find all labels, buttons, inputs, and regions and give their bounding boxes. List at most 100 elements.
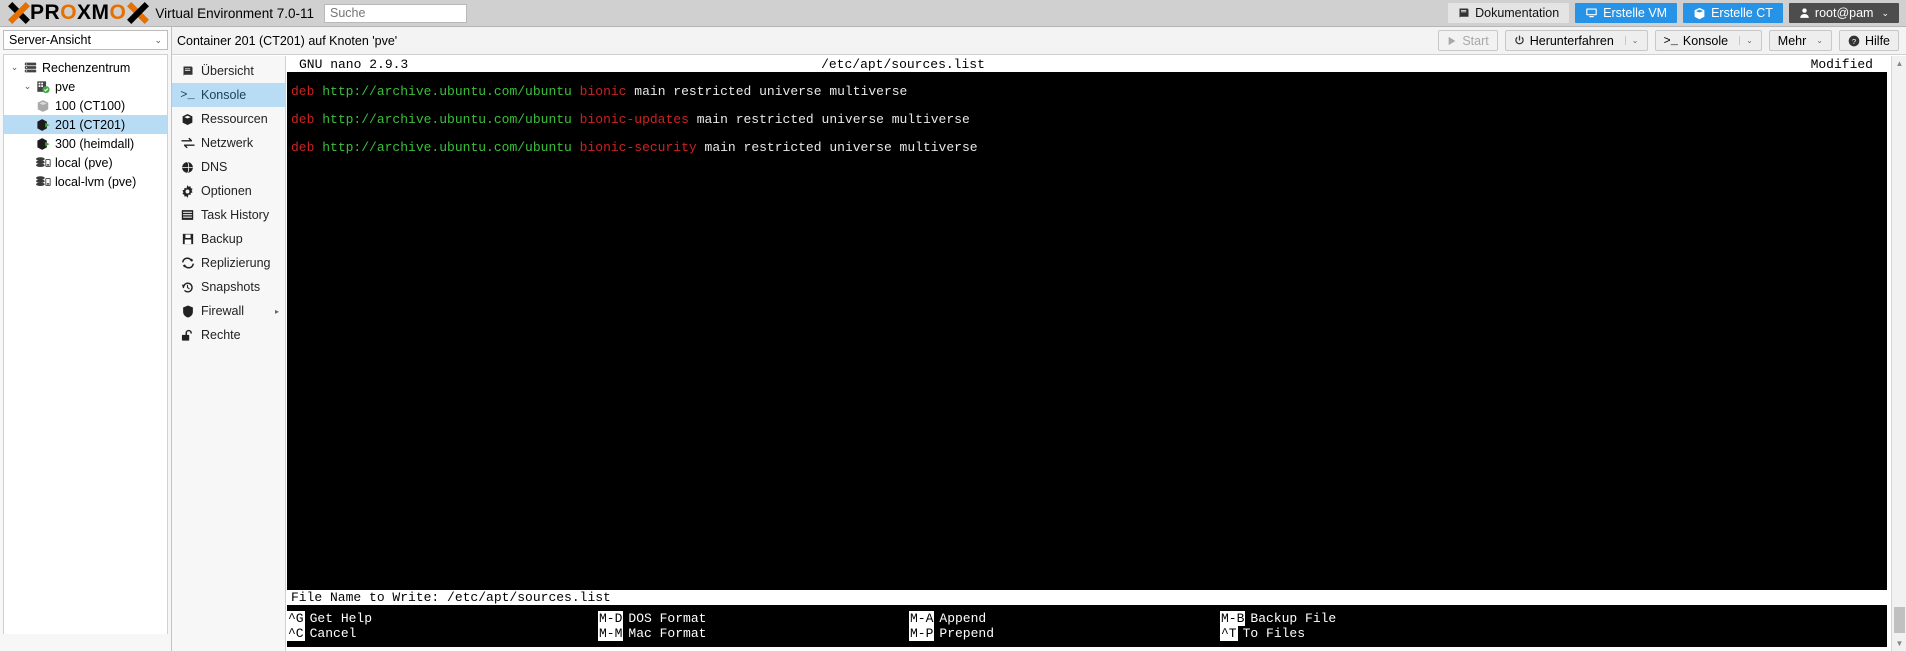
create-vm-button[interactable]: Erstelle VM	[1575, 3, 1678, 23]
page-scrollbar[interactable]: ▲ ▼	[1891, 56, 1906, 651]
lock-icon	[179, 329, 196, 342]
save-icon	[179, 233, 196, 245]
shortcut-key: M-D	[598, 611, 624, 626]
user-menu-label: root@pam	[1814, 6, 1874, 20]
storage-icon	[34, 175, 52, 189]
content-area: Container 201 (CT201) auf Knoten 'pve' S…	[172, 27, 1906, 651]
expand-arrow-icon[interactable]: ⌄	[21, 81, 34, 92]
container-icon	[179, 113, 196, 126]
console-button[interactable]: >_ Konsole ⌄	[1654, 30, 1762, 51]
chevron-down-icon[interactable]: ⌄	[1624, 36, 1639, 45]
tree-item-local[interactable]: local (pve)	[4, 153, 167, 172]
user-menu-button[interactable]: root@pam ⌄	[1788, 3, 1899, 23]
sources-line: deb http://archive.ubuntu.com/ubuntu bio…	[291, 85, 1887, 99]
suite-name: bionic-updates	[579, 112, 689, 127]
nano-terminal[interactable]: GNU nano 2.9.3 /etc/apt/sources.list Mod…	[287, 57, 1887, 647]
nav-item-snapshots[interactable]: Snapshots	[172, 275, 285, 299]
chevron-down-icon[interactable]: ⌄	[1739, 36, 1753, 45]
play-icon	[1447, 36, 1457, 46]
shortcut-prepend[interactable]: M-P Prepend	[909, 626, 1220, 641]
tree-item-label: 100 (CT100)	[55, 98, 126, 113]
expand-arrow-icon[interactable]: ⌄	[8, 62, 21, 73]
nav-item-ressourcen[interactable]: Ressourcen	[172, 107, 285, 131]
logo-x-left-icon	[8, 3, 29, 23]
replicate-icon	[179, 257, 196, 269]
shortcut-backup-file[interactable]: M-B Backup File	[1220, 611, 1531, 626]
shortcut-label: Get Help	[309, 611, 373, 626]
start-button[interactable]: Start	[1438, 30, 1498, 51]
network-icon	[179, 137, 196, 149]
shortcut-cancel[interactable]: ^C Cancel	[287, 626, 598, 641]
gear-icon	[179, 184, 196, 198]
shortcut-to-files[interactable]: ^T To Files	[1220, 626, 1531, 641]
container-running-icon	[34, 118, 52, 132]
book-icon	[179, 65, 196, 77]
tree-item-ct201[interactable]: 201 (CT201)	[4, 115, 167, 134]
resource-tree: ⌄ Rechenzentrum ⌄ pve 100 (CT100) 201 (C…	[3, 54, 168, 634]
tree-item-label: pve	[55, 79, 76, 94]
nav-item-dns[interactable]: DNS	[172, 155, 285, 179]
container-running-icon	[34, 137, 52, 151]
tree-item-local-lvm[interactable]: local-lvm (pve)	[4, 172, 167, 191]
shortcut-label: Prepend	[939, 626, 995, 641]
tree-item-ct100[interactable]: 100 (CT100)	[4, 96, 167, 115]
chevron-down-icon: ⌄	[154, 34, 162, 45]
container-icon	[1693, 7, 1706, 20]
shortcut-get-help[interactable]: ^G Get Help	[287, 611, 598, 626]
shortcut-label: DOS Format	[628, 611, 707, 626]
scrollbar-thumb[interactable]	[1894, 607, 1905, 633]
scroll-up-icon[interactable]: ▲	[1892, 56, 1906, 71]
nav-item-backup[interactable]: Backup	[172, 227, 285, 251]
nav-item-replizierung[interactable]: Replizierung	[172, 251, 285, 275]
search-input[interactable]	[323, 3, 467, 23]
shortcut-label: Mac Format	[628, 626, 707, 641]
suite-name: bionic-security	[579, 140, 697, 155]
shutdown-button[interactable]: Herunterfahren ⌄	[1504, 30, 1648, 51]
nav-item-optionen[interactable]: Optionen	[172, 179, 285, 203]
nav-item-label: Snapshots	[201, 280, 261, 294]
tree-item-datacenter[interactable]: ⌄ Rechenzentrum	[4, 58, 167, 77]
nav-item-uebersicht[interactable]: Übersicht	[172, 59, 285, 83]
documentation-button[interactable]: Dokumentation	[1448, 3, 1570, 23]
nav-item-netzwerk[interactable]: Netzwerk	[172, 131, 285, 155]
header-actions: Dokumentation Erstelle VM Erstelle CT ro…	[1448, 3, 1899, 23]
tree-item-label: 201 (CT201)	[55, 117, 126, 132]
nano-title-bar: GNU nano 2.9.3 /etc/apt/sources.list Mod…	[287, 57, 1887, 72]
nav-item-konsole[interactable]: >_ Konsole	[172, 83, 285, 107]
shortcut-key: M-A	[909, 611, 935, 626]
datacenter-icon	[21, 61, 39, 74]
prompt-icon: >_	[1663, 33, 1678, 48]
help-button[interactable]: ? Hilfe	[1838, 30, 1899, 51]
sidebar: Server-Ansicht ⌄ ⌄ Rechenzentrum ⌄ pve 1…	[0, 27, 172, 651]
shortcut-dos-format[interactable]: M-D DOS Format	[598, 611, 909, 626]
book-icon	[1458, 7, 1470, 19]
nav-item-task-history[interactable]: Task History	[172, 203, 285, 227]
shortcut-label: Cancel	[309, 626, 357, 641]
chevron-down-icon: ⌄	[1816, 36, 1823, 45]
nav-item-label: Optionen	[201, 184, 252, 198]
proxmox-logo: PROXMO	[8, 1, 148, 25]
view-select[interactable]: Server-Ansicht ⌄	[3, 30, 168, 50]
shortcut-mac-format[interactable]: M-M Mac Format	[598, 626, 909, 641]
sources-line: deb http://archive.ubuntu.com/ubuntu bio…	[291, 141, 1887, 155]
more-label: Mehr	[1777, 33, 1807, 48]
nav-item-rechte[interactable]: Rechte	[172, 323, 285, 347]
nano-version: GNU nano 2.9.3	[299, 57, 409, 72]
create-ct-button[interactable]: Erstelle CT	[1683, 3, 1783, 23]
sources-line: deb http://archive.ubuntu.com/ubuntu bio…	[291, 113, 1887, 127]
tree-item-label: Rechenzentrum	[42, 60, 131, 75]
start-label: Start	[1462, 33, 1489, 48]
scroll-down-icon[interactable]: ▼	[1892, 636, 1906, 651]
power-icon	[1514, 35, 1525, 46]
nano-editor-body[interactable]: deb http://archive.ubuntu.com/ubuntu bio…	[287, 72, 1887, 155]
nano-write-prompt[interactable]: File Name to Write: /etc/apt/sources.lis…	[287, 590, 1887, 605]
tree-item-node-pve[interactable]: ⌄ pve	[4, 77, 167, 96]
tree-item-ct300[interactable]: 300 (heimdall)	[4, 134, 167, 153]
more-button[interactable]: Mehr ⌄	[1768, 30, 1832, 51]
nano-filename: /etc/apt/sources.list	[821, 57, 985, 72]
nav-item-label: Task History	[201, 208, 270, 222]
shortcut-append[interactable]: M-A Append	[909, 611, 1220, 626]
nav-item-firewall[interactable]: Firewall ▸	[172, 299, 285, 323]
deb-keyword: deb	[291, 112, 315, 127]
nano-shortcut-bar: ^G Get Help M-D DOS Format M-A Append M-B Ba…	[287, 605, 1887, 647]
